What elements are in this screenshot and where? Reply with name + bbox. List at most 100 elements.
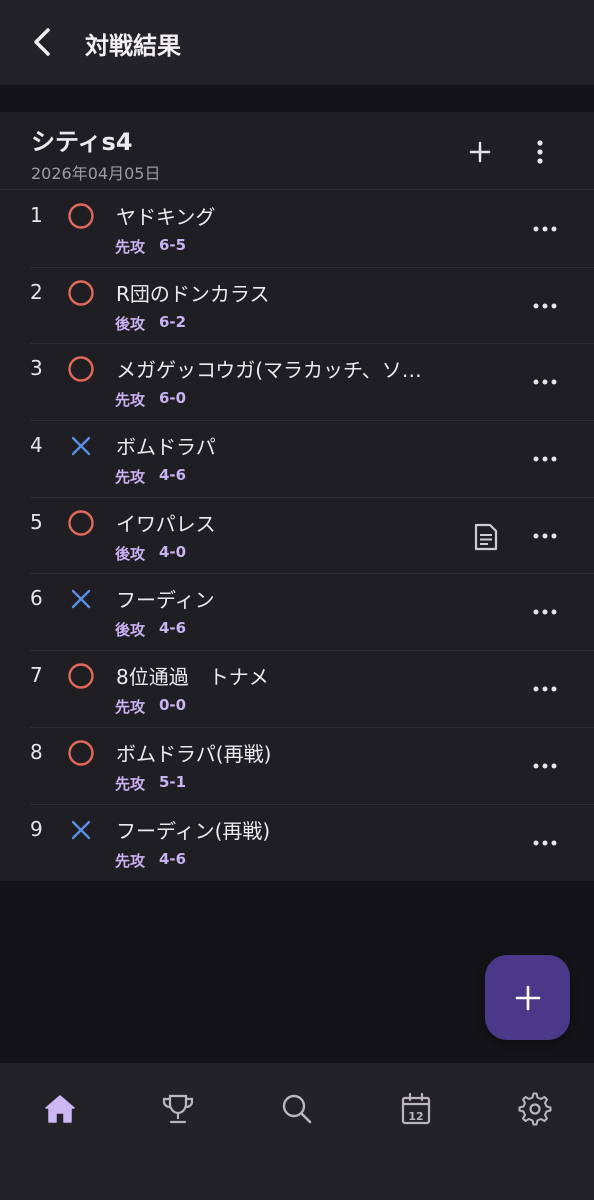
event-card: シティs4 2026年04月05日 1 ヤドキング先攻 6-5 2 R団のドンカラス後攻…	[0, 112, 594, 881]
trophy-icon	[162, 1094, 194, 1124]
note-icon	[474, 523, 498, 550]
turn-order: 後攻	[115, 621, 146, 640]
page-title: 対戦結果	[85, 32, 181, 60]
turn-order: 後攻	[115, 544, 146, 563]
match-number: 6	[30, 586, 43, 611]
more-horizontal-icon	[533, 840, 557, 845]
more-horizontal-icon	[533, 533, 557, 539]
search-icon	[282, 1094, 312, 1124]
nav-calendar[interactable]: 12	[392, 1089, 440, 1129]
opponent-name: フーディン(再戦)	[116, 818, 271, 843]
more-horizontal-icon	[533, 303, 557, 309]
event-date: 2026年04月05日	[31, 164, 161, 183]
more-horizontal-icon	[533, 763, 557, 769]
row-menu-button[interactable]	[530, 677, 560, 701]
match-score: 4-6	[159, 849, 187, 868]
win-circle-icon	[68, 740, 94, 766]
opponent-name: フーディン	[116, 588, 215, 613]
match-list: 1 ヤドキング先攻 6-5 2 R団のドンカラス後攻 6-2 3 メガゲッコウガ(マラカッチ、…	[0, 191, 594, 881]
match-number: 3	[30, 356, 43, 381]
more-horizontal-icon	[533, 379, 557, 385]
match-row[interactable]: 6 フーディン後攻 4-6	[30, 574, 594, 652]
row-menu-button[interactable]	[530, 294, 560, 318]
turn-order: 先攻	[115, 391, 146, 410]
row-menu-button[interactable]	[530, 447, 560, 471]
match-score: 0-0	[159, 696, 187, 715]
turn-order: 先攻	[115, 774, 146, 793]
win-circle-icon	[68, 203, 94, 229]
win-circle-icon	[68, 279, 94, 306]
plus-icon	[469, 141, 491, 163]
more-horizontal-icon	[533, 226, 557, 232]
loss-cross-icon	[71, 436, 91, 456]
match-number: 9	[30, 816, 43, 841]
opponent-name: R団のドンカラス	[116, 281, 270, 306]
loss-cross-icon	[71, 820, 91, 839]
plus-icon	[515, 985, 540, 1010]
calendar-icon: 12	[401, 1092, 431, 1125]
calendar-day-label: 12	[408, 1110, 423, 1123]
nav-search[interactable]	[273, 1089, 321, 1129]
back-button[interactable]	[22, 22, 62, 62]
opponent-name: ボムドラパ	[116, 435, 216, 460]
more-vertical-icon	[537, 140, 543, 164]
loss-cross-icon	[71, 590, 91, 609]
back-arrow-icon	[34, 28, 50, 56]
match-row[interactable]: 1 ヤドキング先攻 6-5	[30, 191, 594, 268]
memo-button[interactable]	[470, 521, 502, 553]
opponent-name: メガゲッコウガ(マラカッチ、ソ…	[116, 358, 422, 383]
match-row[interactable]: 2 R団のドンカラス後攻 6-2	[30, 268, 594, 345]
opponent-name: イワパレス	[116, 511, 216, 536]
nav-home[interactable]	[36, 1089, 84, 1129]
event-menu-button[interactable]	[522, 134, 558, 170]
match-row[interactable]: 4 ボムドラパ先攻 4-6	[30, 421, 594, 498]
match-row[interactable]: 7 8位通過 トナメ先攻 0-0	[30, 651, 594, 728]
more-horizontal-icon	[533, 686, 557, 692]
match-row[interactable]: 9 フーディン(再戦) 先攻 4-6	[30, 805, 594, 882]
match-number: 4	[30, 433, 43, 458]
match-score: 4-6	[159, 466, 187, 485]
match-score: 6-5	[159, 236, 187, 254]
add-match-button[interactable]	[462, 134, 498, 170]
win-circle-icon	[68, 356, 94, 383]
turn-order: 先攻	[115, 238, 146, 256]
turn-order: 後攻	[115, 314, 146, 333]
nav-trophy[interactable]	[154, 1089, 202, 1129]
row-menu-button[interactable]	[530, 831, 560, 855]
match-score: 5-1	[159, 772, 187, 791]
opponent-name: ヤドキング	[116, 205, 216, 229]
win-circle-icon	[68, 510, 94, 536]
match-number: 7	[30, 663, 43, 688]
turn-order: 先攻	[115, 468, 146, 487]
match-row[interactable]: 5 イワパレス後攻 4-0	[30, 498, 594, 575]
win-circle-icon	[68, 663, 94, 689]
opponent-name: 8位通過 トナメ	[116, 665, 269, 690]
match-number: 1	[30, 203, 43, 227]
row-menu-button[interactable]	[530, 217, 560, 241]
event-name: シティs4	[31, 128, 133, 156]
turn-order: 先攻	[115, 698, 146, 717]
nav-settings[interactable]	[511, 1089, 559, 1129]
turn-order: 先攻	[115, 851, 146, 870]
add-fab-button[interactable]	[485, 955, 570, 1040]
match-number: 2	[30, 279, 43, 304]
event-header: シティs4 2026年04月05日	[0, 112, 594, 190]
more-horizontal-icon	[533, 456, 557, 462]
match-score: 6-2	[159, 312, 187, 331]
match-number: 8	[30, 739, 43, 764]
match-score: 6-0	[159, 389, 187, 408]
match-row[interactable]: 8 ボムドラパ(再戦) 先攻 5-1	[30, 728, 594, 805]
match-number: 5	[30, 509, 43, 534]
match-score: 4-0	[159, 542, 187, 561]
match-row[interactable]: 3 メガゲッコウガ(マラカッチ、ソ… 先攻 6-0	[30, 344, 594, 422]
match-score: 4-6	[159, 619, 187, 638]
row-menu-button[interactable]	[530, 600, 560, 624]
row-menu-button[interactable]	[530, 524, 560, 548]
more-horizontal-icon	[533, 609, 557, 615]
home-icon	[45, 1095, 75, 1123]
settings-icon	[518, 1092, 552, 1126]
row-menu-button[interactable]	[530, 370, 560, 394]
app-bar: 対戦結果	[0, 0, 594, 85]
opponent-name: ボムドラパ(再戦)	[116, 741, 272, 766]
row-menu-button[interactable]	[530, 754, 560, 778]
